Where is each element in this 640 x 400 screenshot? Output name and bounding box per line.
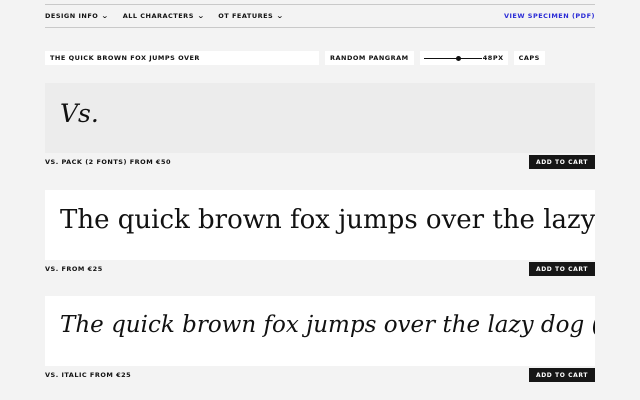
view-specimen-link[interactable]: VIEW SPECIMEN (PDF) — [504, 12, 595, 20]
sample-card-regular[interactable]: The quick brown fox jumps over the lazy … — [45, 190, 595, 260]
ot-features-label: OT FEATURES — [218, 12, 274, 20]
add-to-cart-button[interactable]: ADD TO CART — [529, 262, 595, 276]
product-footer: VS. FROM €25 ADD TO CART — [45, 262, 595, 276]
design-info-menu[interactable]: DESIGN INFO ⌄ — [45, 12, 109, 20]
all-characters-label: ALL CHARACTERS — [122, 12, 194, 20]
product-price: VS. ITALIC FROM €25 — [45, 371, 132, 379]
sample-text-input[interactable] — [45, 51, 319, 65]
random-pangram-button[interactable]: RANDOM PANGRAM — [325, 51, 414, 65]
size-value: 48PX — [482, 54, 504, 62]
sample-card-italic[interactable]: The quick brown fox jumps over the lazy … — [45, 296, 595, 366]
design-info-label: DESIGN INFO — [45, 12, 99, 20]
sample-text[interactable]: The quick brown fox jumps over the lazy … — [60, 205, 595, 235]
size-slider[interactable]: 48PX — [419, 51, 508, 65]
all-characters-menu[interactable]: ALL CHARACTERS ⌄ — [123, 12, 205, 20]
chevron-down-icon: ⌄ — [276, 12, 285, 20]
product-price: VS. FROM €25 — [45, 265, 103, 273]
sample-text[interactable]: The quick brown fox jumps over the lazy … — [60, 312, 595, 338]
top-nav: DESIGN INFO ⌄ ALL CHARACTERS ⌄ OT FEATUR… — [45, 4, 595, 28]
type-tester-controls: RANDOM PANGRAM 48PX CAPS — [45, 51, 595, 65]
slider-thumb[interactable] — [455, 55, 461, 61]
chevron-down-icon: ⌄ — [101, 12, 110, 20]
sample-card-pack[interactable]: Vs. — [45, 83, 595, 153]
add-to-cart-button[interactable]: ADD TO CART — [529, 368, 595, 382]
product-footer: VS. ITALIC FROM €25 ADD TO CART — [45, 368, 595, 382]
chevron-down-icon: ⌄ — [196, 12, 206, 20]
caps-toggle[interactable]: CAPS — [513, 51, 545, 65]
slider-track[interactable] — [423, 58, 482, 59]
sample-text[interactable]: Vs. — [60, 99, 99, 128]
add-to-cart-button[interactable]: ADD TO CART — [529, 155, 595, 169]
product-footer: VS. PACK (2 FONTS) FROM €50 ADD TO CART — [45, 155, 595, 169]
product-price: VS. PACK (2 FONTS) FROM €50 — [45, 158, 171, 166]
ot-features-menu[interactable]: OT FEATURES ⌄ — [218, 12, 285, 20]
